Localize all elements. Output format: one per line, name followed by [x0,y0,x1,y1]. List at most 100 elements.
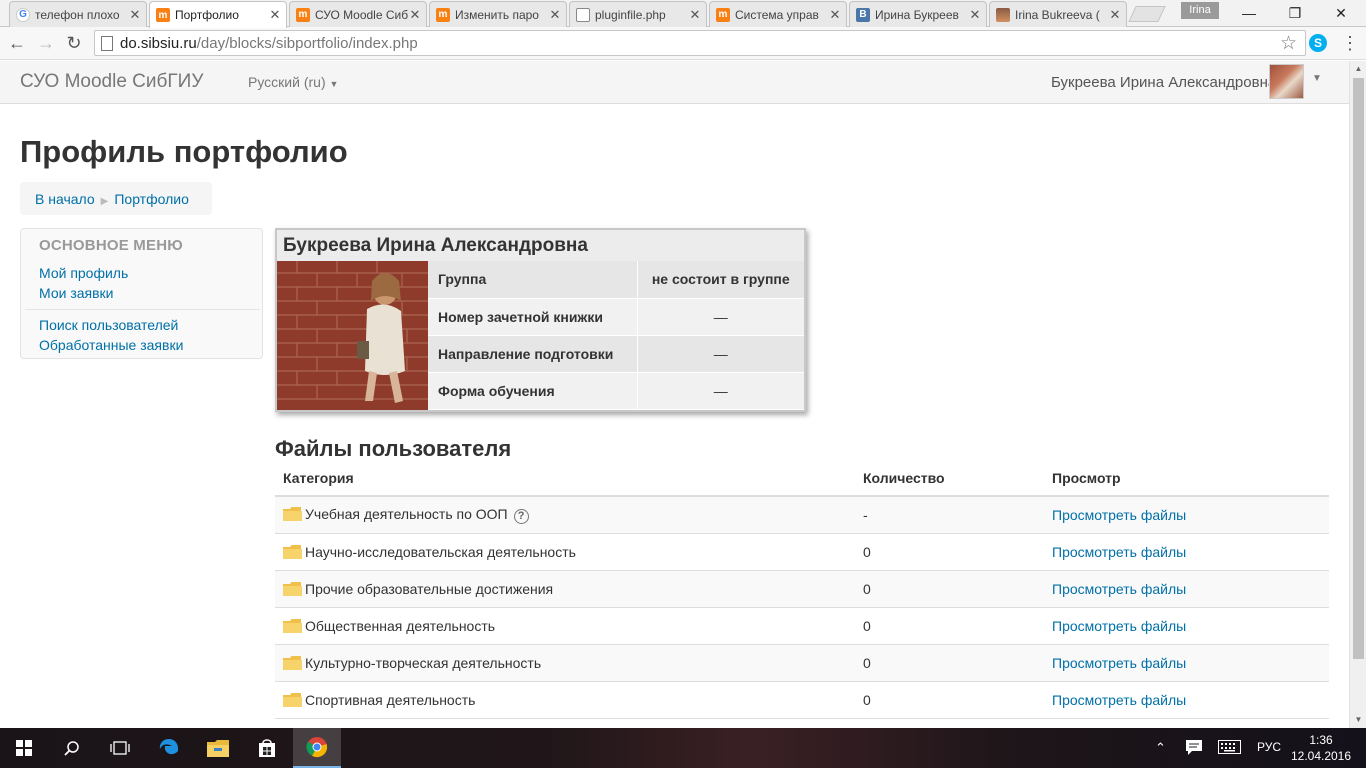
language-menu[interactable]: Русский (ru) ▼ [248,74,338,90]
clock-date: 12.04.2016 [1290,749,1352,763]
store-icon[interactable] [243,728,291,768]
clock-time: 1:36 [1309,733,1333,747]
task-view-icon[interactable] [96,728,144,768]
scroll-thumb[interactable] [1353,78,1364,659]
language-label: Русский (ru) [248,74,326,90]
profile-field-value: не состоит в группе [636,261,804,299]
browser-tab[interactable]: m СУО Moodle Сиб ✕ [289,1,427,27]
divider [25,309,260,310]
folder-icon [283,544,302,559]
profile-field-value: — [636,298,804,336]
windows-start-icon[interactable] [0,728,48,768]
category-cell: Учебная деятельность по ООП? [275,496,855,534]
page-scrollbar[interactable]: ▲ ▼ [1349,61,1366,728]
sidebar-item-my-requests[interactable]: Мои заявки [39,285,113,301]
bookmark-star-icon[interactable]: ☆ [1280,32,1297,55]
page-title: Профиль портфолио [20,134,348,169]
close-icon[interactable]: ✕ [128,7,142,23]
view-files-link[interactable]: Просмотреть файлы [1052,692,1186,708]
scroll-up-icon[interactable]: ▲ [1350,61,1366,77]
file-explorer-icon[interactable] [194,728,242,768]
chrome-taskbar-icon[interactable] [293,728,341,768]
reload-icon[interactable]: ↻ [63,32,85,54]
caret-down-icon[interactable]: ▼ [1312,73,1322,84]
system-clock[interactable]: 1:36 12.04.2016 [1290,732,1352,764]
profile-info-table: Группа не состоит в группе Номер зачетно… [428,261,804,410]
window-close-icon[interactable]: ✕ [1318,0,1364,26]
browser-toolbar: ← → ↻ do.sibsiu.ru/day/blocks/sibportfol… [0,27,1366,60]
count-cell: 0 [855,570,1044,608]
view-files-link[interactable]: Просмотреть файлы [1052,507,1186,523]
view-files-link[interactable]: Просмотреть файлы [1052,618,1186,634]
browser-tab[interactable]: m Изменить паро ✕ [429,1,567,27]
browser-profile-button[interactable]: Irina [1181,2,1219,19]
vk-icon: B [856,7,870,22]
category-name: Общественная деятельность [305,617,496,634]
view-cell: Просмотреть файлы [1044,496,1329,534]
tab-title: Ирина Букреев [875,7,959,22]
column-header-view: Просмотр [1044,460,1329,497]
view-files-link[interactable]: Просмотреть файлы [1052,581,1186,597]
edge-browser-icon[interactable] [145,728,193,768]
browser-tab[interactable]: B Ирина Букреев ✕ [849,1,987,27]
view-cell: Просмотреть файлы [1044,607,1329,645]
browser-tab[interactable]: m Система управ ✕ [709,1,847,27]
close-icon[interactable]: ✕ [688,7,702,23]
table-row: Научно-исследовательская деятельность 0 … [275,533,1329,571]
browser-tab-active[interactable]: m Портфолио ✕ [149,1,287,28]
avatar[interactable] [1269,64,1304,99]
browser-tab[interactable]: G телефон плохо ✕ [9,1,147,27]
moodle-icon: m [296,7,310,22]
sidebar-item-my-profile[interactable]: Мой профиль [39,265,128,281]
restore-icon[interactable]: ❐ [1272,0,1318,26]
forward-icon[interactable]: → [35,32,57,54]
browser-tab[interactable]: pluginfile.php ✕ [569,1,707,27]
category-name: Прочие образовательные достижения [305,580,554,597]
notifications-icon[interactable] [1186,740,1202,758]
close-icon[interactable]: ✕ [408,7,422,23]
table-row: Спортивная деятельность 0 Просмотреть фа… [275,681,1329,719]
view-cell: Просмотреть файлы [1044,681,1329,719]
profile-field-value: — [636,335,804,373]
sidebar-item-processed-requests[interactable]: Обработанные заявки [39,337,183,353]
search-icon[interactable] [48,728,96,768]
category-cell: Культурно-творческая деятельность [275,644,855,682]
view-files-link[interactable]: Просмотреть файлы [1052,544,1186,560]
address-bar[interactable]: do.sibsiu.ru/day/blocks/sibportfolio/ind… [94,30,1306,56]
skype-extension-icon[interactable]: S [1309,34,1327,52]
close-icon[interactable]: ✕ [268,7,282,23]
category-name: Научно-исследовательская деятельность [305,543,576,560]
close-icon[interactable]: ✕ [548,7,562,23]
count-cell: 0 [855,681,1044,719]
minimize-icon[interactable]: — [1226,0,1272,26]
breadcrumb-home[interactable]: В начало [35,191,95,207]
moodle-icon: m [436,7,450,22]
input-language-indicator[interactable]: РУС [1257,740,1281,754]
profile-field-label: Направление подготовки [428,335,637,373]
breadcrumb-portfolio[interactable]: Портфолио [114,191,189,207]
folder-icon [283,581,302,596]
close-icon[interactable]: ✕ [968,7,982,23]
profile-field-label: Номер зачетной книжки [428,298,637,336]
column-header-count: Количество [855,460,1044,497]
user-name[interactable]: Букреева Ирина Александровна [1051,74,1276,91]
browser-menu-icon[interactable]: ⋮ [1340,34,1360,54]
table-row: Группа не состоит в группе [428,261,804,299]
main-menu-block: ОСНОВНОЕ МЕНЮ Мой профиль Мои заявки Пои… [20,228,263,359]
sidebar-item-search-users[interactable]: Поиск пользователей [39,317,178,333]
view-cell: Просмотреть файлы [1044,533,1329,571]
close-icon[interactable]: ✕ [828,7,842,23]
tab-title: Портфолио [175,8,239,22]
back-icon[interactable]: ← [6,32,28,54]
site-brand[interactable]: СУО Moodle СибГИУ [20,71,203,93]
new-tab-button[interactable] [1128,6,1166,22]
view-files-link[interactable]: Просмотреть файлы [1052,655,1186,671]
keyboard-icon[interactable] [1218,740,1241,757]
tray-chevron-up-icon[interactable]: ⌃ [1155,740,1166,756]
scroll-down-icon[interactable]: ▼ [1350,712,1366,728]
help-icon[interactable]: ? [513,508,529,524]
profile-field-label: Форма обучения [428,372,637,410]
browser-tab[interactable]: Irina Bukreeva ( ✕ [989,1,1127,27]
close-icon[interactable]: ✕ [1108,7,1122,23]
category-cell: Прочие образовательные достижения [275,570,855,608]
